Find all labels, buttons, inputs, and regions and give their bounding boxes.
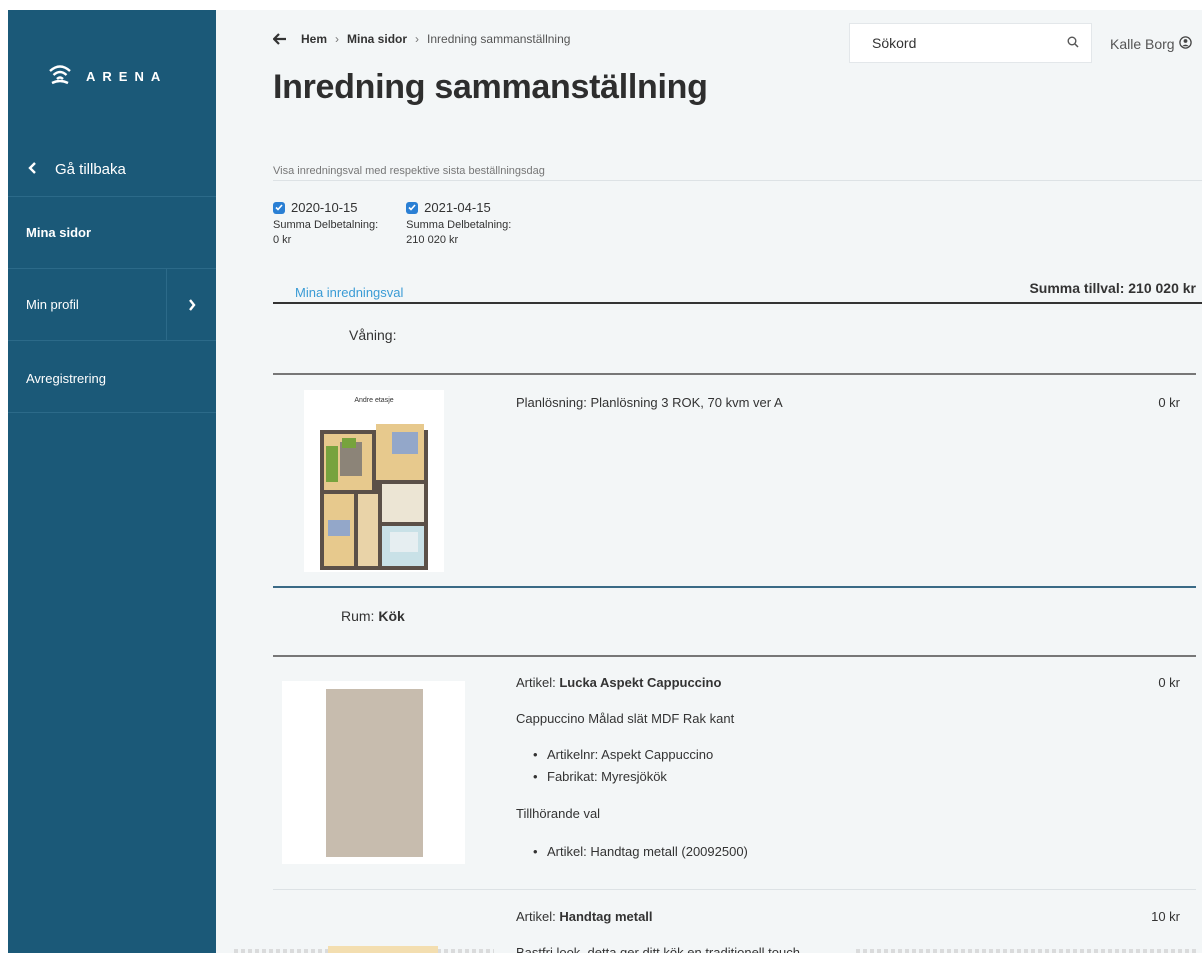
date-filter: 2021-04-15 Summa Delbetalning: 210 020 k…	[406, 200, 511, 248]
floorplan-text: Planlösning: Planlösning 3 ROK, 70 kvm v…	[516, 395, 783, 410]
article-image	[282, 681, 465, 864]
list-item: Fabrikat: Myresjökök	[533, 766, 713, 788]
article-price: 0 kr	[1158, 675, 1180, 690]
breadcrumb-separator: ›	[415, 32, 420, 46]
divider	[273, 655, 1196, 657]
main-content: Hem › Mina sidor › Inredning sammanställ…	[216, 10, 1202, 953]
sidebar-item-label: Avregistrering	[26, 371, 106, 386]
back-link[interactable]: Gå tillbaka	[8, 142, 216, 197]
date-value: 2020-10-15	[291, 200, 358, 215]
wifi-logo-icon	[48, 63, 72, 90]
breadcrumb-mina-sidor[interactable]: Mina sidor	[347, 32, 407, 46]
logo[interactable]: ARENA	[8, 10, 216, 142]
list-item: Artikelnr: Aspekt Cappuccino	[533, 744, 713, 766]
sidebar-item-avregistrering[interactable]: Avregistrering	[8, 341, 216, 413]
date-checkbox[interactable]	[406, 201, 419, 214]
article-title: Artikel: Handtag metall	[516, 909, 653, 924]
back-link-label: Gå tillbaka	[55, 160, 126, 178]
floor-label: Våning:	[349, 327, 397, 343]
user-icon	[1178, 36, 1192, 52]
article-prefix: Artikel:	[516, 909, 560, 924]
article-specs: Artikelnr: Aspekt Cappuccino Fabrikat: M…	[533, 744, 713, 788]
floorplan-price: 0 kr	[1158, 395, 1180, 410]
partial-payment-amount: 210 020 kr	[406, 234, 459, 246]
total-sum: Summa tillval: 210 020 kr	[1029, 280, 1196, 296]
room-prefix: Rum:	[341, 608, 379, 624]
breadcrumb-separator: ›	[335, 32, 340, 46]
article-price: 10 kr	[1151, 909, 1180, 924]
sidebar-item-label: Mina sidor	[26, 225, 92, 240]
related-list: Artikel: Handtag metall (20092500)	[533, 841, 748, 863]
article-description: Bastfri look, detta ger ditt kök en trad…	[516, 945, 800, 953]
divider	[273, 889, 1196, 890]
date-value: 2021-04-15	[424, 200, 491, 215]
sidebar-item-min-profil[interactable]: Min profil	[8, 269, 216, 341]
article-title: Artikel: Lucka Aspekt Cappuccino	[516, 675, 721, 690]
door-swatch	[326, 689, 423, 857]
search-input[interactable]: Sökord	[849, 23, 1092, 63]
partial-payment-label: Summa Delbetalning:	[406, 219, 512, 231]
app-frame: ARENA Gå tillbaka Mina sidor Min profil …	[8, 10, 1202, 953]
user-name: Kalle Borg	[1110, 36, 1175, 52]
list-item[interactable]: Artikel: Handtag metall (20092500)	[533, 841, 748, 863]
partial-payment-amount: 0 kr	[273, 234, 292, 246]
article-description: Cappuccino Målad slät MDF Rak kant	[516, 711, 735, 726]
arrow-left-icon[interactable]	[273, 33, 287, 45]
sidebar-item-mina-sidor[interactable]: Mina sidor	[8, 197, 216, 269]
breadcrumb-home[interactable]: Hem	[301, 32, 327, 46]
sidebar: ARENA Gå tillbaka Mina sidor Min profil …	[8, 10, 216, 953]
search-placeholder: Sökord	[872, 35, 917, 51]
article-name: Handtag metall	[559, 909, 653, 924]
related-heading: Tillhörande val	[516, 806, 601, 821]
filter-subtitle: Visa inredningsval med respektive sista …	[273, 165, 545, 177]
cut-off-text	[856, 949, 1196, 953]
breadcrumb-current: Inredning sammanställning	[427, 32, 571, 46]
divider	[273, 373, 1196, 375]
room-label: Rum: Kök	[341, 608, 405, 624]
article-image	[328, 946, 438, 953]
tab-mina-inredningsval[interactable]: Mina inredningsval	[295, 285, 403, 300]
article-prefix: Artikel:	[516, 675, 560, 690]
page-title: Inredning sammanställning	[273, 68, 708, 106]
date-checkbox[interactable]	[273, 201, 285, 214]
divider	[273, 180, 1202, 181]
user-menu[interactable]: Kalle Borg	[1110, 36, 1192, 52]
sidebar-item-label: Min profil	[26, 297, 79, 312]
article-name: Lucka Aspekt Cappuccino	[559, 675, 722, 690]
date-filters: 2020-10-15 Summa Delbetalning: 0 kr 2021…	[273, 200, 511, 248]
floorplan-caption: Andre etasje	[354, 397, 394, 404]
search-icon[interactable]	[1067, 35, 1079, 51]
room-name: Kök	[378, 608, 405, 624]
tab-bar: Mina inredningsval Summa tillval: 210 02…	[273, 280, 1202, 304]
floorplan-image: Andre etasje	[304, 390, 444, 572]
breadcrumb: Hem › Mina sidor › Inredning sammanställ…	[273, 32, 570, 46]
brand-name: ARENA	[86, 68, 168, 84]
partial-payment-label: Summa Delbetalning:	[273, 219, 379, 231]
date-filter: 2020-10-15 Summa Delbetalning: 0 kr	[273, 200, 378, 248]
chevron-left-icon	[28, 161, 37, 178]
divider	[273, 586, 1196, 588]
chevron-right-icon[interactable]	[166, 269, 216, 341]
